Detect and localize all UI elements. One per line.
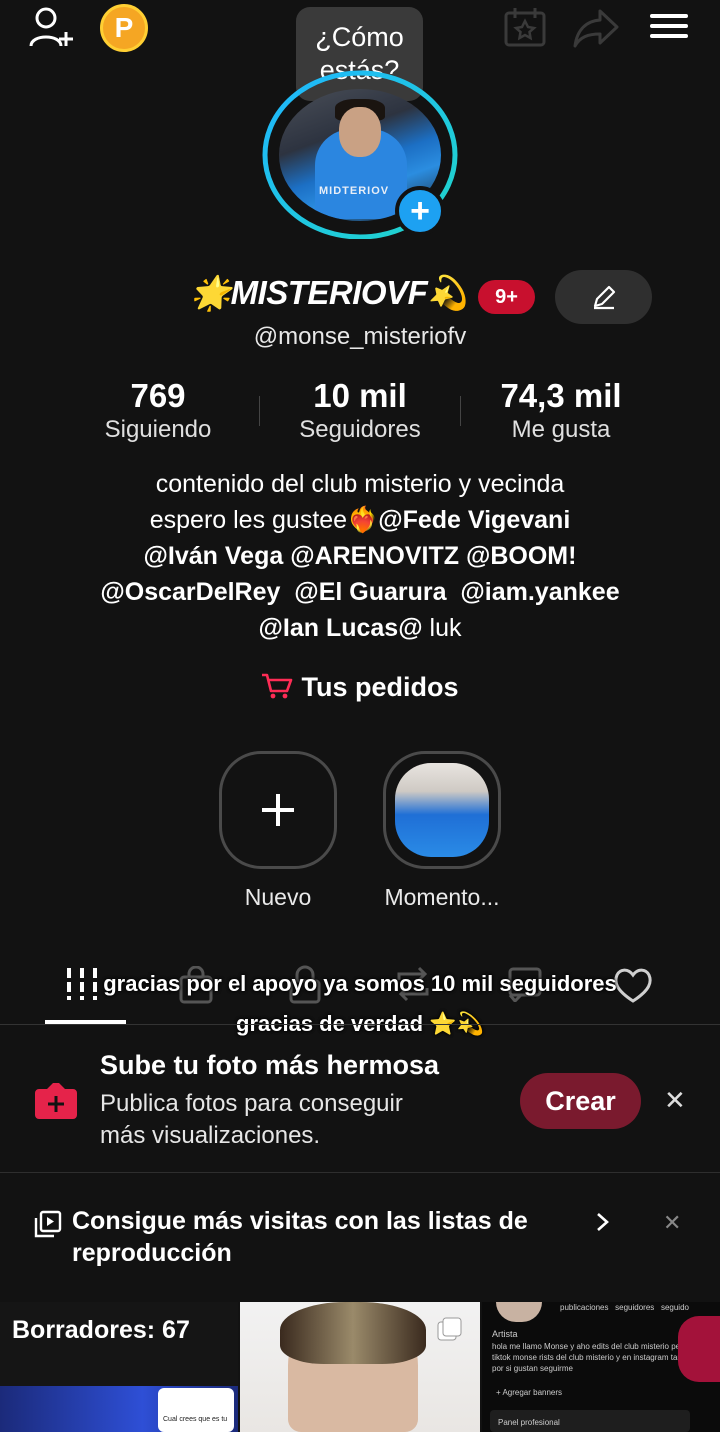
promo-subtitle-line: Publica fotos para conseguir [100, 1090, 403, 1117]
avatar-overlay-text: MIDTERIOV [319, 185, 390, 197]
playlist-icon [34, 1210, 62, 1238]
coins-icon[interactable]: P [100, 4, 148, 52]
playlist-banner-text[interactable]: Consigue más visitas con las listas de r… [72, 1205, 528, 1269]
calendar-star-icon[interactable] [503, 6, 547, 48]
highlight-moment[interactable] [383, 751, 501, 869]
promo-title: Sube tu foto más hermosa [100, 1050, 440, 1080]
highlight-thumbnail [395, 763, 489, 857]
stat-likes[interactable]: 74,3 mil Me gusta [461, 378, 661, 446]
tile-stats-labels: publicaciones seguidores seguido [560, 1303, 689, 1312]
chevron-right-icon[interactable] [595, 1211, 611, 1233]
highlight-new-button[interactable] [219, 751, 337, 869]
add-story-button[interactable]: + [395, 186, 445, 236]
bio-mentions[interactable]: @OscarDelRey @El Guarura @iam.yankee [100, 578, 619, 606]
tile-avatar [496, 1302, 542, 1322]
orders-link[interactable]: Tus pedidos [0, 672, 720, 703]
drafts-tile[interactable]: Borradores: 67 Cual crees que es tu [0, 1302, 238, 1432]
edit-profile-button[interactable] [555, 270, 652, 324]
chat-snippet: Cual crees que es tu [163, 1416, 228, 1423]
bio-line[interactable]: @OscarDelRey @El Guarura @iam.yankee [40, 574, 680, 610]
video-caption-overlay: gracias por el apoyo ya somos 10 mil seg… [0, 964, 720, 1044]
video-thumbnail-hair [280, 1302, 426, 1364]
photo-plus-icon [33, 1081, 79, 1121]
tile-fab [678, 1316, 720, 1382]
stat-following-value: 769 [130, 377, 186, 414]
coin-letter: P [114, 12, 134, 43]
promo-close-icon[interactable]: ✕ [664, 1085, 686, 1116]
tile-banners: + Agregar banners [496, 1388, 563, 1397]
pencil-icon [590, 283, 618, 311]
stat-following[interactable]: 769 Siguiendo [58, 378, 258, 446]
plus-icon [262, 794, 294, 826]
bio-line: espero les gustee❤️‍🔥@Fede Vigevani [40, 502, 680, 538]
bio-line: contenido del club misterio y vecinda [155, 470, 565, 498]
add-friend-icon[interactable] [28, 6, 76, 50]
stat-followers-label: Seguidores [299, 416, 421, 443]
bio-mention[interactable]: @Ian Lucas@ [259, 614, 423, 642]
menu-icon[interactable] [650, 8, 688, 44]
bio-line[interactable]: @Iván Vega @ARENOVITZ @BOOM! [40, 538, 680, 574]
cart-icon [261, 672, 293, 700]
username: @monse_misteriofv [253, 323, 467, 350]
promo-subtitle: Publica fotos para conseguir más visuali… [100, 1088, 403, 1152]
notification-badge[interactable]: 9+ [478, 280, 535, 314]
bio-line: @Ian Lucas@ luk [40, 610, 680, 646]
drafts-label: Borradores: 67 [12, 1316, 190, 1344]
stat-likes-value: 74,3 mil [500, 377, 622, 414]
bio-mentions[interactable]: @Iván Vega @ARENOVITZ @BOOM! [144, 542, 577, 570]
tile-role: Artista [492, 1329, 518, 1339]
playlist-close-icon[interactable]: ✕ [663, 1210, 681, 1236]
screenshot-tile[interactable]: publicaciones seguidores seguido Artista… [482, 1302, 720, 1432]
caption-line: gracias por el apoyo ya somos 10 mil seg… [103, 971, 617, 996]
display-name: 🌟MISTERIOVF💫 [190, 274, 468, 311]
divider [0, 1172, 720, 1173]
photo-stack-icon [436, 1316, 464, 1344]
share-icon[interactable] [572, 8, 620, 48]
stat-following-label: Siguiendo [104, 416, 212, 443]
playlist-banner-line: Consigue más visitas con las listas de [72, 1207, 528, 1235]
bio-text: luk [422, 614, 462, 642]
bio-mention[interactable]: @Fede Vigevani [378, 506, 570, 534]
stat-followers-value: 10 mil [313, 377, 407, 414]
profile-bio: contenido del club misterio y vecinda es… [40, 466, 680, 646]
video-tile[interactable] [240, 1302, 480, 1432]
bio-text: espero les gustee❤️‍🔥 [149, 506, 379, 534]
promo-subtitle-line: más visualizaciones. [100, 1122, 321, 1149]
stat-likes-label: Me gusta [511, 416, 611, 443]
tile-panel-label: Panel profesional [498, 1418, 560, 1427]
create-button[interactable]: Crear [520, 1073, 641, 1129]
highlight-moment-label: Momento... [384, 884, 500, 910]
tabs-divider [0, 1024, 720, 1025]
drafts-preview-chat: Cual crees que es tu [158, 1388, 234, 1432]
stat-followers[interactable]: 10 mil Seguidores [260, 378, 460, 446]
orders-label: Tus pedidos [301, 672, 459, 702]
playlist-banner-line: reproducción [72, 1239, 232, 1267]
